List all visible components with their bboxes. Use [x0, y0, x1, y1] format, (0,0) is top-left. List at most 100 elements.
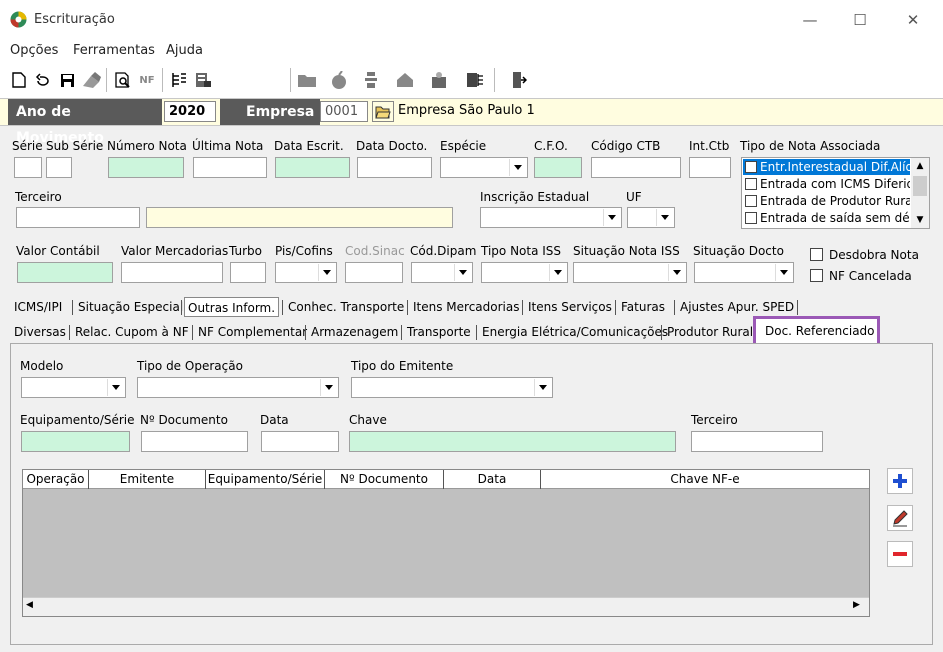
ano-value[interactable]: 2020	[164, 101, 216, 122]
menu-opcoes[interactable]: Opções	[10, 43, 58, 58]
box-icon[interactable]	[428, 68, 450, 92]
checkbox-icon[interactable]	[745, 161, 757, 173]
data-docto-input[interactable]	[357, 157, 432, 178]
cfo-input[interactable]	[534, 157, 582, 178]
checkbox-icon[interactable]	[745, 195, 757, 207]
tipo-nota-option[interactable]: Entrada de Produtor Rural	[745, 193, 910, 209]
apple-icon[interactable]	[328, 68, 350, 92]
tipo-nota-option[interactable]: Entrada de saída sem débi	[745, 210, 910, 226]
tab-outras-inform[interactable]: Outras Inform.	[184, 297, 280, 317]
add-button[interactable]	[887, 468, 913, 494]
tab-conhec-transporte[interactable]: Conhec. Transporte	[285, 297, 407, 317]
tab-relac-cupom[interactable]: Relac. Cupom à NF	[72, 322, 192, 342]
situacao-docto-select[interactable]	[694, 262, 794, 283]
int-ctb-input[interactable]	[689, 157, 731, 178]
checkbox-icon[interactable]	[745, 212, 757, 224]
eraser-icon[interactable]	[80, 68, 102, 92]
folder-icon[interactable]	[296, 68, 318, 92]
col-data[interactable]: Data	[444, 470, 541, 489]
report-icon[interactable]	[192, 68, 214, 92]
tab-ajustes-apur-sped[interactable]: Ajustes Apur. SPED	[677, 297, 797, 317]
tab-transporte[interactable]: Transporte	[404, 322, 474, 342]
grid-h-scrollbar[interactable]	[23, 597, 869, 616]
tipo-emitente-select[interactable]	[351, 377, 553, 398]
chave-input[interactable]	[349, 431, 676, 452]
tab-produtor-rural[interactable]: Produtor Rural	[664, 322, 756, 342]
equip-serie-input[interactable]	[21, 431, 130, 452]
col-num-documento[interactable]: Nº Documento	[325, 470, 444, 489]
especie-select[interactable]	[440, 157, 528, 178]
empresa-code[interactable]: 0001	[320, 101, 368, 122]
edit-button[interactable]	[887, 505, 913, 531]
maximize-button[interactable]: ☐	[845, 6, 875, 34]
desdobra-nota-checkbox[interactable]	[810, 248, 823, 261]
menu-ajuda[interactable]: Ajuda	[166, 43, 203, 58]
scroll-down-icon[interactable]: ▼	[911, 212, 929, 228]
data-input[interactable]	[261, 431, 339, 452]
save-icon[interactable]	[56, 68, 78, 92]
tab-energia-eletrica[interactable]: Energia Elétrica/Comunicações	[479, 322, 671, 342]
tab-itens-mercadorias[interactable]: Itens Mercadorias	[410, 297, 523, 317]
valor-contabil-input[interactable]	[17, 262, 113, 283]
minimize-button[interactable]: —	[795, 6, 825, 34]
cod-sinac-input[interactable]	[345, 262, 403, 283]
bank-icon[interactable]	[360, 68, 382, 92]
nfe-icon[interactable]: NF	[136, 68, 158, 92]
listbox-scrollbar[interactable]: ▲ ▼	[911, 158, 929, 228]
list-icon[interactable]	[464, 68, 486, 92]
tipo-nota-option[interactable]: Entr.Interestadual Dif.Alíq	[745, 159, 910, 175]
num-documento-input[interactable]	[141, 431, 248, 452]
inscricao-estadual-select[interactable]	[480, 207, 622, 228]
tab-doc-referenciado[interactable]: Doc. Referenciado	[762, 321, 878, 341]
uf-select[interactable]	[627, 207, 675, 228]
tipo-operacao-select[interactable]	[137, 377, 339, 398]
close-button[interactable]: ✕	[898, 6, 928, 34]
nf-cancelada-checkbox[interactable]	[810, 269, 823, 282]
ultima-nota-input[interactable]	[193, 157, 267, 178]
modelo-select[interactable]	[21, 377, 126, 398]
open-folder-icon[interactable]	[372, 101, 394, 122]
turbo-input[interactable]	[230, 262, 266, 283]
scroll-right-icon[interactable]: ▶	[853, 600, 860, 610]
pis-cofins-select[interactable]	[275, 262, 337, 283]
scroll-left-icon[interactable]: ◀	[26, 600, 33, 610]
terceiro-name-input[interactable]	[146, 207, 453, 228]
tab-nf-complementar[interactable]: NF Complementar	[195, 322, 310, 342]
cod-dipam-select[interactable]	[411, 262, 473, 283]
terceiro-code-input[interactable]	[16, 207, 140, 228]
tab-armazenagem[interactable]: Armazenagem	[308, 322, 401, 342]
tab-situacao-especial[interactable]: Situação Especial	[75, 297, 186, 317]
tab-diversas[interactable]: Diversas	[11, 322, 69, 342]
situacao-nota-iss-select[interactable]	[573, 262, 687, 283]
col-emitente[interactable]: Emitente	[89, 470, 206, 489]
col-chave-nfe[interactable]: Chave NF-e	[541, 470, 869, 489]
col-equip-serie[interactable]: Equipamento/Série	[206, 470, 325, 489]
inscricao-estadual-label: Inscrição Estadual	[480, 190, 590, 204]
remove-button[interactable]	[887, 541, 913, 567]
tab-icms-ipi[interactable]: ICMS/IPI	[11, 297, 65, 317]
house-icon[interactable]	[394, 68, 416, 92]
referenced-docs-grid[interactable]	[22, 469, 870, 617]
preview-icon[interactable]	[112, 68, 134, 92]
sub-serie-input[interactable]	[46, 157, 72, 178]
num-documento-label: Nº Documento	[140, 413, 228, 427]
scroll-up-icon[interactable]: ▲	[911, 158, 929, 174]
tipo-nota-option[interactable]: Entrada com ICMS Diferido	[745, 176, 910, 192]
serie-input[interactable]	[14, 157, 42, 178]
exit-door-icon[interactable]	[508, 68, 530, 92]
tipo-nota-iss-select[interactable]	[481, 262, 568, 283]
tree-icon[interactable]	[168, 68, 190, 92]
new-icon[interactable]	[8, 68, 30, 92]
tab-faturas[interactable]: Faturas	[618, 297, 668, 317]
menu-ferramentas[interactable]: Ferramentas	[73, 43, 155, 58]
checkbox-icon[interactable]	[745, 178, 757, 190]
tab-itens-servicos[interactable]: Itens Serviços	[525, 297, 615, 317]
undo-icon[interactable]	[32, 68, 54, 92]
numero-nota-input[interactable]	[108, 157, 184, 178]
panel-terceiro-input[interactable]	[691, 431, 823, 452]
col-operacao[interactable]: Operação	[23, 470, 89, 489]
scroll-thumb[interactable]	[913, 176, 927, 196]
valor-mercadorias-input[interactable]	[121, 262, 223, 283]
codigo-ctb-input[interactable]	[591, 157, 681, 178]
data-escrit-input[interactable]	[275, 157, 350, 178]
